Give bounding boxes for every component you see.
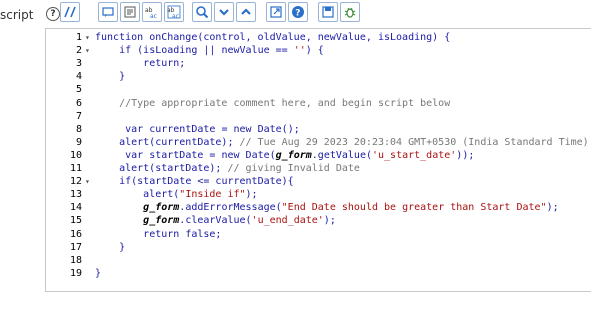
- line-number: 3: [75, 58, 82, 70]
- code-editor[interactable]: 1 ▾ function onChange(control, oldValue, n…: [45, 28, 591, 292]
- fullscreen-icon[interactable]: [266, 2, 286, 22]
- line-number: 19: [69, 267, 82, 279]
- code-text: //Type appropriate comment here, and beg…: [95, 97, 451, 109]
- line-number: 5: [75, 84, 82, 96]
- line-number: 14: [69, 202, 82, 214]
- line-number: 12: [69, 176, 82, 188]
- line-number: 10: [69, 149, 82, 161]
- line-number: 6: [75, 97, 82, 109]
- fold-arrow-icon[interactable]: ▾: [85, 175, 93, 188]
- code-text: var currentDate = new Date();: [125, 123, 300, 135]
- code-text: }: [95, 241, 126, 253]
- field-help-icon[interactable]: ?: [46, 7, 60, 21]
- replace-icon[interactable]: ab ac: [142, 2, 162, 22]
- line-number: 9: [75, 136, 82, 148]
- line-number: 11: [69, 163, 82, 174]
- code-text: var startDate = new Date(g_form.getValue…: [125, 149, 475, 161]
- line-number: 13: [69, 189, 82, 201]
- fold-arrow-icon[interactable]: ▾: [85, 44, 93, 57]
- save-icon[interactable]: [318, 2, 338, 22]
- code-text: if (isLoading || newValue == '') {: [119, 45, 324, 57]
- code-text: if(startDate <= currentDate){: [119, 176, 294, 188]
- line-number: 1: [75, 32, 82, 43]
- code-text: return;: [143, 58, 186, 70]
- code-text: alert(startDate); // giving Invalid Date: [95, 163, 360, 174]
- line-number: 16: [69, 228, 82, 240]
- line-number: 7: [75, 110, 82, 122]
- code-text: function onChange(control, oldValue, new…: [95, 32, 451, 43]
- code-text: g_form.clearValue('u_end_date');: [143, 215, 336, 227]
- search-next-icon[interactable]: [214, 2, 234, 22]
- line-number: 18: [69, 254, 82, 266]
- toggle-syntax-editor-icon[interactable]: [60, 2, 80, 22]
- replace-all-icon[interactable]: ab ac: [164, 2, 184, 22]
- search-prev-icon[interactable]: [236, 2, 256, 22]
- code-text: alert("Inside if");: [95, 189, 258, 201]
- comment-icon[interactable]: [98, 2, 118, 22]
- code-text: return false;: [143, 228, 222, 240]
- code-text: g_form.addErrorMessage("End Date should …: [143, 202, 559, 214]
- script-debugger-icon[interactable]: [340, 2, 360, 22]
- field-label: script: [0, 8, 34, 22]
- line-number: 17: [69, 241, 82, 253]
- format-icon[interactable]: [120, 2, 140, 22]
- line-number: 2: [75, 45, 82, 57]
- svg-text:?: ?: [295, 9, 300, 19]
- line-number: 15: [69, 215, 82, 227]
- line-number: 8: [75, 123, 82, 135]
- code-text: }: [95, 71, 126, 83]
- svg-text:ac: ac: [150, 13, 157, 19]
- help-icon[interactable]: ?: [288, 2, 308, 22]
- search-icon[interactable]: [192, 2, 212, 22]
- line-number: 4: [75, 71, 82, 83]
- fold-arrow-icon[interactable]: ▾: [85, 31, 93, 44]
- code-text: alert(currentDate); // Tue Aug 29 2023 2…: [95, 136, 589, 148]
- code-text: }: [95, 267, 102, 279]
